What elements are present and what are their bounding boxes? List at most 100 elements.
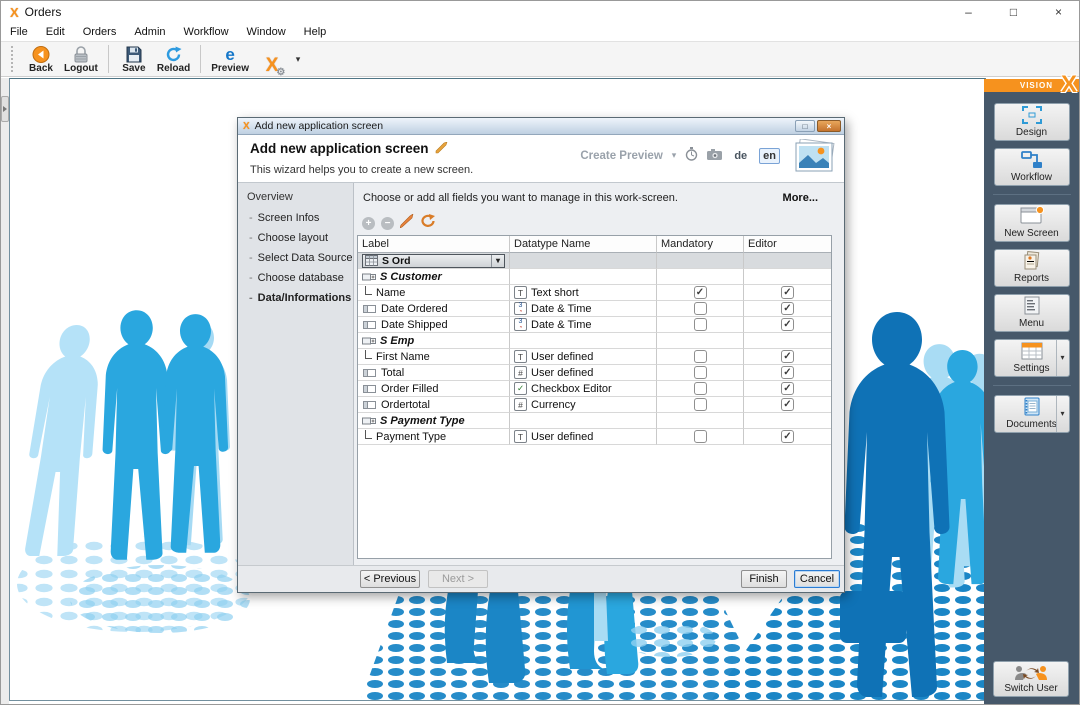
nav-step-select-data-source[interactable]: Select Data Source	[249, 252, 353, 264]
close-icon[interactable]: ×	[1036, 1, 1080, 23]
editor-checkbox[interactable]: ✓	[781, 398, 794, 411]
settings-dropdown-icon[interactable]: ▾	[1056, 340, 1069, 376]
vision-reports-button[interactable]: Reports	[994, 249, 1070, 287]
language-de-button[interactable]: de	[731, 149, 750, 163]
table-row-ordertotal[interactable]: Ordertotal#Currency✓	[358, 397, 831, 413]
table-row-date-ordered[interactable]: Date Ordered3◔Date & Time✓	[358, 301, 831, 317]
create-preview-label[interactable]: Create Preview	[580, 150, 662, 162]
column-header-label[interactable]: Label	[358, 236, 510, 253]
nav-step-choose-database[interactable]: Choose database	[249, 272, 353, 284]
menu-item-edit[interactable]: Edit	[37, 25, 74, 39]
mandatory-checkbox[interactable]	[694, 366, 707, 379]
mandatory-checkbox[interactable]	[694, 382, 707, 395]
table-row-first-name[interactable]: First NameTUser defined✓	[358, 349, 831, 365]
menu-item-workflow[interactable]: Workflow	[175, 25, 238, 39]
table-row-s-ord[interactable]: S Ord▾	[358, 253, 831, 269]
table-row-date-shipped[interactable]: Date Shipped3◔Date & Time✓	[358, 317, 831, 333]
mandatory-checkbox[interactable]	[694, 430, 707, 443]
add-field-icon[interactable]: +	[362, 217, 375, 230]
column-header-mandatory[interactable]: Mandatory	[657, 236, 744, 253]
datasource-combobox[interactable]: S Ord▾	[362, 254, 505, 268]
switch-user-button[interactable]: Switch User	[993, 661, 1069, 697]
editor-checkbox[interactable]: ✓	[781, 366, 794, 379]
mandatory-checkbox[interactable]	[694, 318, 707, 331]
toolbar-back-button[interactable]: Back	[22, 43, 60, 75]
next-button[interactable]: Next >	[428, 570, 488, 588]
table-row-s-payment-type[interactable]: S Payment Type	[358, 413, 831, 429]
table-row-name[interactable]: NameTText short✓✓	[358, 285, 831, 301]
editor-checkbox[interactable]: ✓	[781, 430, 794, 443]
toolbar-save-button[interactable]: Save	[115, 43, 153, 75]
table-row-order-filled[interactable]: Order Filled✓Checkbox Editor✓	[358, 381, 831, 397]
vision-settings-button[interactable]: Settings▾	[994, 339, 1070, 377]
preview-image-icon[interactable]	[794, 139, 836, 173]
edit-field-icon[interactable]	[400, 214, 415, 233]
mandatory-checkbox[interactable]	[694, 302, 707, 315]
editor-checkbox[interactable]: ✓	[781, 286, 794, 299]
vision-documents-button[interactable]: Documents▾	[994, 395, 1070, 433]
menu-item-window[interactable]: Window	[238, 25, 295, 39]
table-row-s-emp[interactable]: S Emp	[358, 333, 831, 349]
vision-new-screen-button[interactable]: New Screen	[994, 204, 1070, 242]
field-label: First Name	[376, 351, 430, 363]
finish-button[interactable]: Finish	[741, 570, 787, 588]
mandatory-checkbox[interactable]	[694, 350, 707, 363]
toolbar-logout-button[interactable]: Logout	[60, 43, 102, 75]
datatype-name: User defined	[531, 351, 593, 363]
vision-menu-button[interactable]: Menu	[994, 294, 1070, 332]
mandatory-checkbox[interactable]: ✓	[694, 286, 707, 299]
field-label: Date Shipped	[381, 319, 448, 331]
table-row-total[interactable]: Total#User defined✓	[358, 365, 831, 381]
edit-pencil-icon[interactable]	[435, 142, 449, 157]
toolbar-visionx-button[interactable]: X⚙	[253, 43, 291, 75]
remove-field-icon[interactable]: −	[381, 217, 394, 230]
datatype-name: User defined	[531, 431, 593, 443]
nav-step-data-informations[interactable]: Data/Informations	[249, 292, 353, 304]
table-row-s-customer[interactable]: S Customer	[358, 269, 831, 285]
editor-checkbox[interactable]: ✓	[781, 382, 794, 395]
combobox-dropdown-icon[interactable]: ▾	[491, 255, 504, 267]
minimize-icon[interactable]: –	[946, 1, 991, 23]
history-icon[interactable]	[685, 147, 698, 164]
checkbox-datatype-icon: ✓	[514, 382, 527, 395]
vision-workflow-button[interactable]: Workflow	[994, 148, 1070, 186]
vision-design-button[interactable]: Design	[994, 103, 1070, 141]
maximize-icon[interactable]: □	[991, 1, 1036, 23]
column-header-editor[interactable]: Editor	[744, 236, 831, 253]
column-header-datatype-name[interactable]: Datatype Name	[510, 236, 657, 253]
menu-item-file[interactable]: File	[1, 25, 37, 39]
mandatory-cell	[657, 333, 744, 349]
group-expand-icon[interactable]	[362, 273, 376, 281]
toolbar-dropdown-icon[interactable]: ▾	[291, 44, 305, 74]
table-row-payment-type[interactable]: Payment TypeTUser defined✓	[358, 429, 831, 445]
language-en-button[interactable]: en	[759, 148, 780, 164]
group-expand-icon[interactable]	[362, 337, 376, 345]
toolbar-back-label: Back	[29, 63, 53, 74]
documents-dropdown-icon[interactable]: ▾	[1056, 396, 1069, 432]
toolbar-reload-button[interactable]: Reload	[153, 43, 194, 75]
editor-checkbox[interactable]: ✓	[781, 318, 794, 331]
datatype-cell	[510, 253, 657, 269]
menu-item-orders[interactable]: Orders	[74, 25, 126, 39]
cancel-button[interactable]: Cancel	[794, 570, 840, 588]
dialog-close-icon[interactable]: ×	[817, 120, 841, 132]
create-preview-dropdown-icon[interactable]: ▾	[672, 150, 677, 161]
panel-collapse-handle[interactable]	[1, 96, 9, 122]
menu-icon	[1023, 295, 1041, 318]
camera-icon[interactable]	[707, 149, 722, 163]
field-icon	[363, 305, 376, 313]
reset-fields-icon[interactable]	[421, 214, 436, 233]
nav-step-screen-infos[interactable]: Screen Infos	[249, 212, 353, 224]
menu-item-help[interactable]: Help	[295, 25, 336, 39]
field-toolbar: + −	[362, 214, 436, 233]
menu-item-admin[interactable]: Admin	[125, 25, 174, 39]
editor-checkbox[interactable]: ✓	[781, 302, 794, 315]
mandatory-checkbox[interactable]	[694, 398, 707, 411]
group-expand-icon[interactable]	[362, 417, 376, 425]
previous-button[interactable]: < Previous	[360, 570, 420, 588]
editor-checkbox[interactable]: ✓	[781, 350, 794, 363]
more-link[interactable]: More...	[783, 192, 818, 204]
nav-step-choose-layout[interactable]: Choose layout	[249, 232, 353, 244]
toolbar-preview-button[interactable]: ePreview	[207, 43, 253, 75]
dialog-maximize-icon[interactable]: □	[795, 120, 815, 132]
